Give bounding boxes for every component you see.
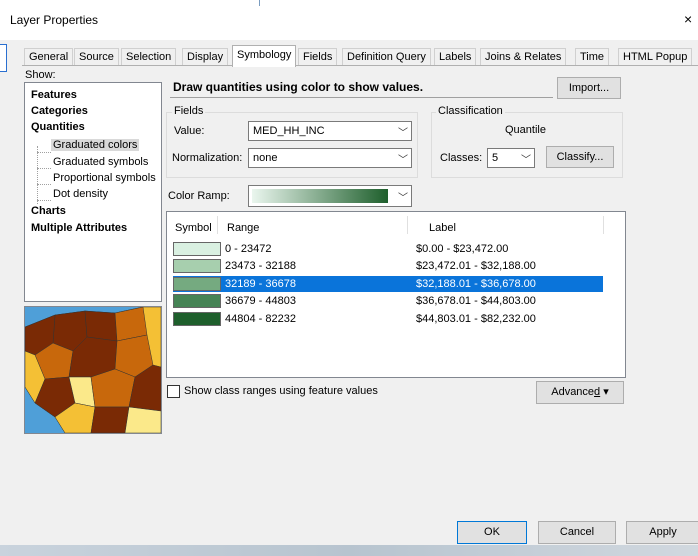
show-item-graduated-colors[interactable]: Graduated colors: [51, 139, 140, 151]
symbology-preview-map: [24, 306, 162, 434]
chevron-down-icon: ﹀: [521, 155, 531, 166]
show-item-categories[interactable]: Categories: [31, 105, 88, 117]
value-field-select[interactable]: MED_HH_INC ﹀: [248, 121, 412, 141]
class-label[interactable]: $44,803.01 - $82,232.00: [416, 313, 536, 325]
tab-symbology[interactable]: Symbology: [232, 45, 297, 67]
tab-definition-query[interactable]: Definition Query: [342, 48, 431, 66]
class-row[interactable]: 44804 - 82232 $44,803.01 - $82,232.00: [173, 311, 603, 327]
classes-label: Classes:: [440, 152, 483, 164]
show-item-proportional-symbols[interactable]: Proportional symbols: [53, 172, 156, 184]
chevron-down-icon: ﹀: [398, 128, 408, 139]
close-icon[interactable]: ×: [684, 11, 692, 27]
tab-strip: General Source Selection Display Symbolo…: [22, 45, 698, 67]
tab-time[interactable]: Time: [575, 48, 610, 66]
class-symbol-swatch[interactable]: [173, 312, 221, 326]
class-symbol-swatch[interactable]: [173, 277, 221, 291]
tab-source[interactable]: Source: [74, 48, 119, 66]
show-item-features[interactable]: Features: [31, 89, 77, 101]
show-item-charts[interactable]: Charts: [31, 205, 66, 217]
show-item-quantities[interactable]: Quantities: [31, 121, 85, 133]
class-range[interactable]: 23473 - 32188: [225, 260, 296, 272]
desktop-background-strip: [0, 545, 698, 556]
class-row[interactable]: 0 - 23472 $0.00 - $23,472.00: [173, 241, 603, 257]
class-label[interactable]: $32,188.01 - $36,678.00: [416, 278, 536, 290]
renderer-tree: Features Categories Quantities Graduated…: [24, 82, 162, 302]
show-class-ranges-checkbox[interactable]: [167, 385, 180, 398]
symbol-column-header[interactable]: Symbol: [175, 222, 212, 234]
label-column-header[interactable]: Label: [429, 222, 456, 234]
class-label[interactable]: $0.00 - $23,472.00: [416, 243, 508, 255]
class-row[interactable]: 32189 - 36678 $32,188.01 - $36,678.00: [173, 276, 603, 292]
classification-group-label: Classification: [436, 105, 505, 117]
chevron-down-icon: ﹀: [398, 155, 408, 166]
chevron-down-icon: ﹀: [398, 193, 408, 204]
map-preview-image: [25, 307, 161, 433]
window-title: Layer Properties: [10, 13, 99, 27]
class-row[interactable]: 23473 - 32188 $23,472.01 - $32,188.00: [173, 258, 603, 274]
show-class-ranges-label[interactable]: Show class ranges using feature values: [184, 385, 378, 397]
value-label: Value:: [174, 125, 205, 137]
class-range[interactable]: 36679 - 44803: [225, 295, 296, 307]
apply-button[interactable]: Apply: [626, 521, 698, 544]
class-symbol-swatch[interactable]: [173, 259, 221, 273]
fields-group-label: Fields: [172, 105, 206, 117]
tab-general[interactable]: General: [24, 48, 74, 66]
normalization-label: Normalization:: [172, 152, 243, 164]
classes-value: 5: [492, 152, 499, 164]
classes-select[interactable]: 5 ﹀: [487, 148, 535, 168]
classify-button[interactable]: Classify...: [546, 146, 614, 168]
tree-connector: [37, 200, 51, 201]
advanced-button-mnemonic: d: [594, 386, 601, 398]
import-button[interactable]: Import...: [557, 77, 621, 99]
tree-connector: [37, 146, 38, 204]
show-item-graduated-symbols[interactable]: Graduated symbols: [53, 156, 148, 168]
show-label: Show:: [25, 69, 56, 81]
ok-button[interactable]: OK: [457, 521, 527, 544]
column-separator: [217, 216, 218, 234]
advanced-button[interactable]: Advanced ▾: [536, 381, 624, 404]
show-item-dot-density[interactable]: Dot density: [53, 188, 108, 200]
value-field-text: MED_HH_INC: [253, 125, 325, 137]
normalization-select[interactable]: none ﹀: [248, 148, 412, 168]
tab-labels[interactable]: Labels: [434, 48, 477, 66]
tree-connector: [37, 184, 51, 185]
column-separator: [407, 216, 408, 234]
class-symbol-swatch[interactable]: [173, 294, 221, 308]
dropdown-arrow-icon: ▾: [603, 386, 609, 398]
class-breaks-table: Symbol Range Label 0 - 23472 $0.00 - $23…: [166, 211, 626, 378]
color-ramp-swatch: [252, 189, 388, 203]
show-item-multiple-attributes[interactable]: Multiple Attributes: [31, 222, 127, 234]
background-window-edge-left: [0, 44, 7, 72]
advanced-button-label: Advance: [551, 386, 595, 398]
tab-html-popup[interactable]: HTML Popup: [618, 48, 693, 66]
background-window-edge: [259, 0, 260, 6]
class-range[interactable]: 44804 - 82232: [225, 313, 296, 325]
renderer-description: Draw quantities using color to show valu…: [173, 80, 424, 94]
tab-selection[interactable]: Selection: [121, 48, 177, 66]
class-label[interactable]: $23,472.01 - $32,188.00: [416, 260, 536, 272]
color-ramp-select[interactable]: ﹀: [248, 185, 412, 207]
class-range[interactable]: 0 - 23472: [225, 243, 271, 255]
normalization-value: none: [253, 152, 278, 164]
tab-joins-relates[interactable]: Joins & Relates: [480, 48, 567, 66]
class-label[interactable]: $36,678.01 - $44,803.00: [416, 295, 536, 307]
class-symbol-swatch[interactable]: [173, 242, 221, 256]
title-bar: Layer Properties ×: [0, 0, 698, 40]
color-ramp-label: Color Ramp:: [168, 190, 230, 202]
range-column-header[interactable]: Range: [227, 222, 259, 234]
tab-display[interactable]: Display: [182, 48, 229, 66]
tree-connector: [37, 168, 51, 169]
column-separator: [603, 216, 604, 234]
class-range[interactable]: 32189 - 36678: [225, 278, 296, 290]
tree-connector: [37, 152, 51, 153]
class-row[interactable]: 36679 - 44803 $36,678.01 - $44,803.00: [173, 293, 603, 309]
classification-method: Quantile: [505, 124, 546, 136]
tab-fields[interactable]: Fields: [298, 48, 338, 66]
classification-group: [431, 112, 623, 178]
cancel-button[interactable]: Cancel: [538, 521, 616, 544]
